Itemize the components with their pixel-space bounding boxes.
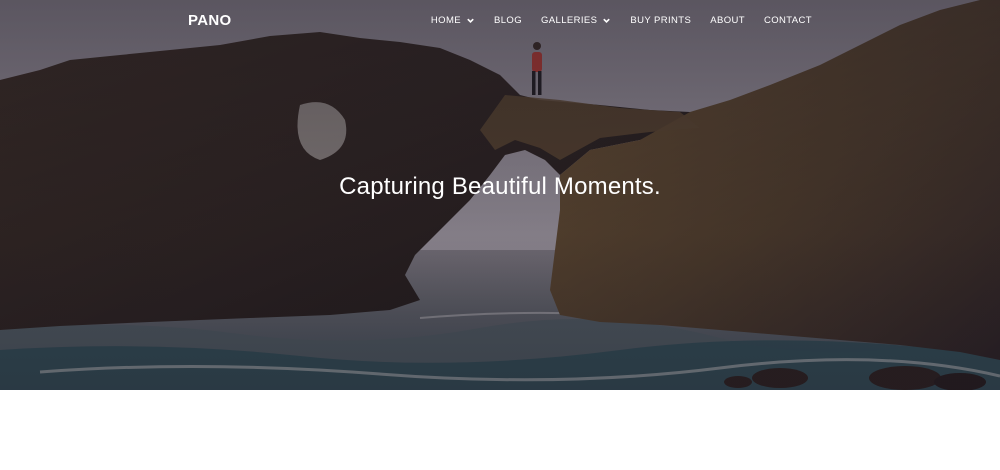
nav-item-label: CONTACT (763, 15, 812, 26)
nav-item-about[interactable]: ABOUT (710, 15, 745, 26)
content-area (0, 390, 1000, 470)
nav-item-label: BLOG (494, 15, 522, 26)
nav-item-label: GALLERIES (541, 15, 598, 26)
nav-item-label: BUY PRINTS (630, 15, 692, 26)
nav-item-label: HOME (430, 15, 461, 26)
main-menu: HOME BLOG GALLERIES BUY PRINTS ABOUT CON… (412, 15, 812, 26)
site-logo[interactable]: PANO (188, 12, 231, 29)
top-navigation: PANO HOME BLOG GALLERIES BUY PRINTS ABOU… (0, 0, 1000, 42)
chevron-down-icon (603, 18, 611, 23)
nav-item-blog[interactable]: BLOG (494, 15, 522, 26)
nav-item-home[interactable]: HOME (431, 15, 475, 26)
hero-tagline: Capturing Beautiful Moments. (339, 173, 661, 200)
nav-item-contact[interactable]: CONTACT (764, 15, 812, 26)
nav-item-label: ABOUT (710, 15, 745, 26)
hero-banner: PANO HOME BLOG GALLERIES BUY PRINTS ABOU… (0, 0, 1000, 390)
chevron-down-icon (467, 18, 474, 23)
nav-item-buy-prints[interactable]: BUY PRINTS (630, 15, 691, 26)
nav-item-galleries[interactable]: GALLERIES (541, 15, 611, 26)
